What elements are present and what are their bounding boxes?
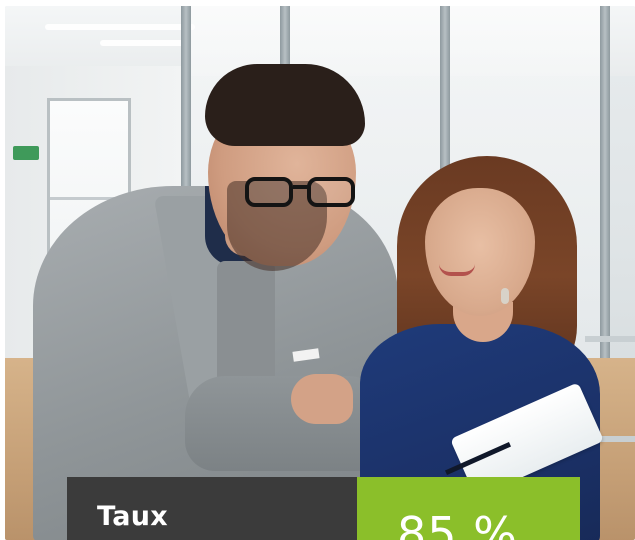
glasses-lens <box>245 177 293 207</box>
stat-label: Taux <box>97 501 168 532</box>
stat-label-card: Taux <box>67 477 357 540</box>
balcony-rail <box>585 336 635 342</box>
stat-value-card: 85 % <box>357 477 580 540</box>
earring <box>501 288 509 304</box>
glasses-lens <box>307 177 355 207</box>
ceiling-light <box>45 24 195 30</box>
exit-sign <box>13 146 39 160</box>
eyeglasses <box>245 171 363 211</box>
man-hair <box>205 64 365 146</box>
hero-photo <box>5 6 635 540</box>
man-hand <box>291 374 353 424</box>
stat-value: 85 % <box>397 507 518 540</box>
ceiling-light <box>100 40 190 46</box>
